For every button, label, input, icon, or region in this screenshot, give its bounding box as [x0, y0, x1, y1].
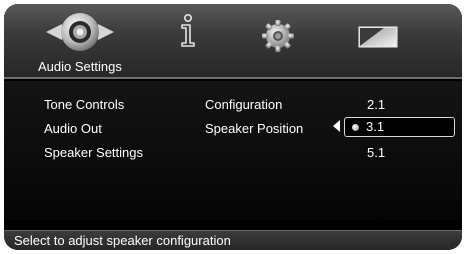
tab-settings[interactable]: [248, 4, 308, 79]
tab-audio-settings[interactable]: Audio Settings: [20, 4, 160, 79]
tab-display[interactable]: [342, 4, 414, 79]
menu-item-tone-controls[interactable]: Tone Controls: [44, 97, 124, 112]
settings-panel: Tone Controls Audio Out Speaker Settings…: [4, 81, 462, 220]
menu-item-speaker-position[interactable]: Speaker Position: [205, 121, 303, 136]
tab-audio-settings-label: Audio Settings: [38, 59, 122, 74]
menu-item-speaker-settings[interactable]: Speaker Settings: [44, 145, 143, 160]
option-5-1[interactable]: 5.1: [367, 145, 385, 160]
tab-info[interactable]: [164, 4, 212, 79]
selected-option-3-1[interactable]: 3.1: [344, 117, 455, 137]
left-arrow-icon: [333, 120, 340, 132]
settings-screen: Audio Settings Tone Controls Audio Out S…: [4, 4, 462, 250]
speaker-icon: [46, 13, 114, 51]
info-icon: [181, 14, 195, 47]
status-bar: Select to adjust speaker configuration: [4, 230, 462, 250]
option-2-1[interactable]: 2.1: [367, 97, 385, 112]
radio-dot-icon: [352, 124, 359, 131]
selected-option-label: 3.1: [366, 119, 385, 134]
tab-bar: Audio Settings: [4, 4, 462, 79]
gear-icon: [262, 20, 294, 52]
status-text: Select to adjust speaker configuration: [14, 233, 231, 248]
display-icon: [358, 26, 398, 48]
menu-item-configuration[interactable]: Configuration: [205, 97, 282, 112]
menu-item-audio-out[interactable]: Audio Out: [44, 121, 102, 136]
